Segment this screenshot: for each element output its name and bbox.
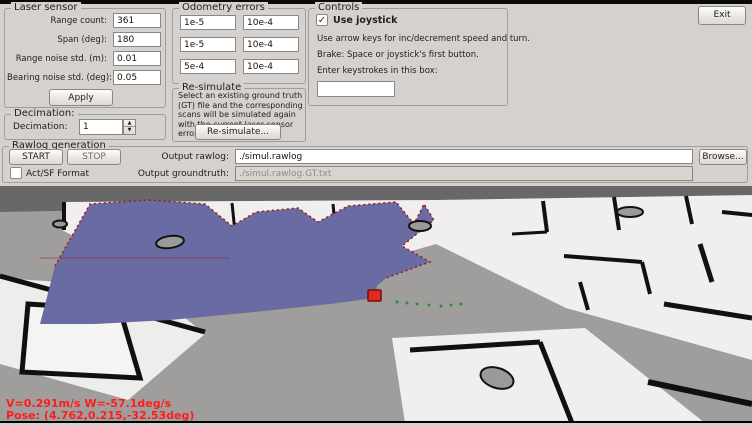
range-count-label: Range count: xyxy=(7,16,107,26)
rawlog-generation-group: Rawlog generation START STOP Output rawl… xyxy=(2,146,748,183)
control-panel: Laser sensor Range count: Span (deg): Ra… xyxy=(0,4,752,186)
map-3d-canvas[interactable]: V=0.291m/s W=-57.1deg/s Pose: (4.762,0.2… xyxy=(0,186,752,423)
exit-button[interactable]: Exit xyxy=(698,6,746,25)
range-count-input[interactable] xyxy=(113,13,161,28)
keystrokes-input[interactable] xyxy=(317,81,395,97)
decimation-group: Decimation: Decimation: ▲ ▼ xyxy=(4,114,166,140)
hud-pose-text: Pose: (4.762,0.215,-32.53deg) xyxy=(6,409,194,422)
laser-sensor-title: Laser sensor xyxy=(11,2,81,13)
apply-button[interactable]: Apply xyxy=(49,89,113,106)
output-rawlog-input[interactable] xyxy=(235,149,693,164)
start-button[interactable]: START xyxy=(9,149,63,165)
bearing-noise-label: Bearing noise std. (deg): xyxy=(7,73,107,83)
range-noise-label: Range noise std. (m): xyxy=(7,54,107,64)
act-sf-label: Act/SF Format xyxy=(26,169,89,179)
controls-brake-text: Brake: Space or joystick's first button. xyxy=(317,50,479,60)
bearing-noise-input[interactable] xyxy=(113,70,161,85)
robot-marker xyxy=(368,290,381,301)
odometry-error-input-3[interactable] xyxy=(180,37,236,52)
output-groundtruth-input xyxy=(235,166,693,181)
range-noise-input[interactable] xyxy=(113,51,161,66)
controls-title: Controls xyxy=(315,2,362,13)
controls-keystrokes-text: Enter keystrokes in this box: xyxy=(317,66,438,76)
controls-arrow-keys-text: Use arrow keys for inc/decrement speed a… xyxy=(317,34,530,44)
laser-sensor-group: Laser sensor Range count: Span (deg): Ra… xyxy=(4,8,166,108)
act-sf-checkbox[interactable] xyxy=(10,167,22,179)
use-joystick-checkbox[interactable]: ✓ xyxy=(316,14,328,26)
odometry-error-input-2[interactable] xyxy=(243,15,299,30)
resimulate-button[interactable]: Re-simulate... xyxy=(195,124,281,140)
stop-button[interactable]: STOP xyxy=(67,149,121,165)
odometry-error-input-1[interactable] xyxy=(180,15,236,30)
output-groundtruth-label: Output groundtruth: xyxy=(131,169,229,179)
odometry-errors-group: Odometry errors xyxy=(172,8,306,84)
browse-button[interactable]: Browse... xyxy=(699,149,747,165)
controls-group: Controls ✓ Use joystick Use arrow keys f… xyxy=(308,8,508,106)
resimulate-group: Re-simulate Select an existing ground tr… xyxy=(172,88,306,142)
output-rawlog-label: Output rawlog: xyxy=(141,152,229,162)
decimation-group-title: Decimation: xyxy=(11,108,78,119)
decimation-input[interactable] xyxy=(79,119,123,135)
odometry-error-input-4[interactable] xyxy=(243,37,299,52)
decimation-spinner[interactable]: ▲ ▼ xyxy=(123,119,136,135)
use-joystick-label: Use joystick xyxy=(333,15,398,26)
odometry-errors-title: Odometry errors xyxy=(179,2,268,13)
decimation-spinner-up[interactable]: ▲ xyxy=(124,120,135,127)
span-input[interactable] xyxy=(113,32,161,47)
decimation-spinner-down[interactable]: ▼ xyxy=(124,127,135,134)
decimation-label: Decimation: xyxy=(13,122,67,132)
span-label: Span (deg): xyxy=(7,35,107,45)
simulation-viewport[interactable]: V=0.291m/s W=-57.1deg/s Pose: (4.762,0.2… xyxy=(0,186,752,423)
odometry-error-input-5[interactable] xyxy=(180,59,236,74)
odometry-error-input-6[interactable] xyxy=(243,59,299,74)
